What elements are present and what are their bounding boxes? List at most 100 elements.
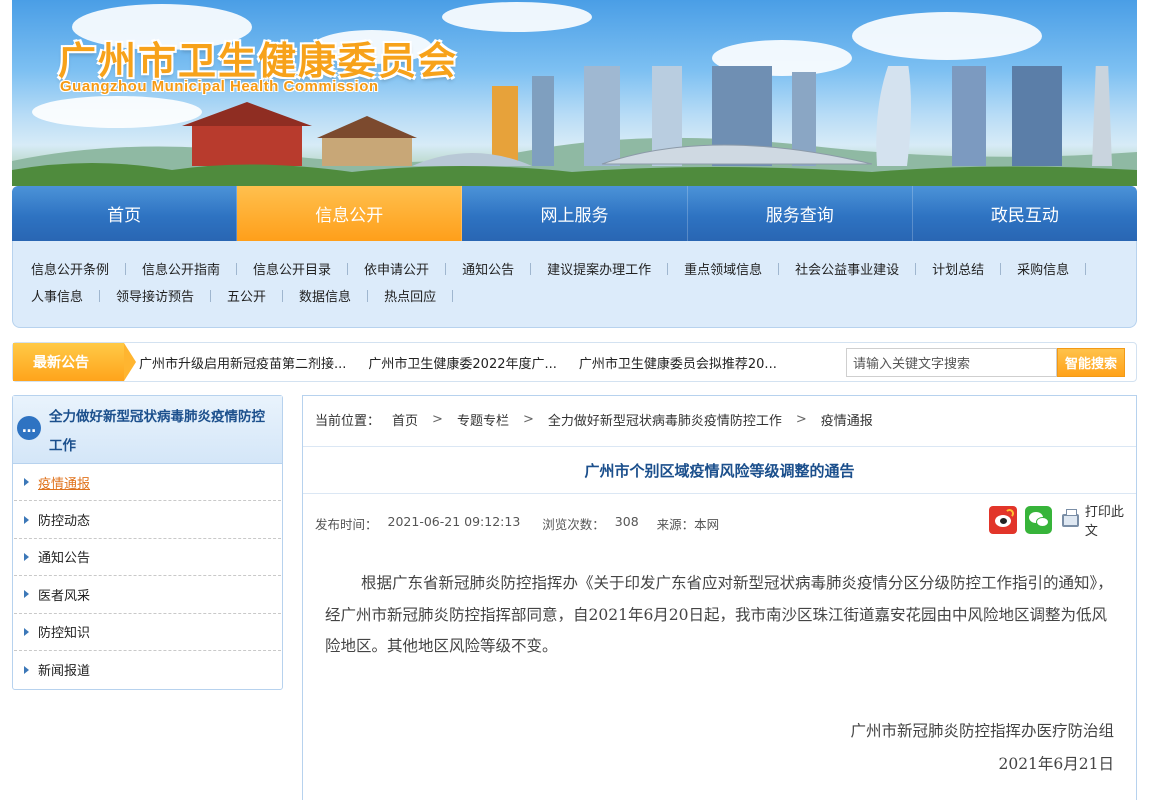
- cloud-decoration: [852, 12, 1042, 60]
- sidebar-header: … 全力做好新型冠状病毒肺炎疫情防控工作: [13, 396, 282, 464]
- triangle-right-icon: [24, 515, 29, 524]
- sidebar-item-prevention-news[interactable]: 防控动态: [14, 501, 281, 539]
- divider: [236, 262, 238, 275]
- latest-notice-bar: 最新公告 广州市升级启用新冠疫苗第二剂接... 广州市卫生健康委2022年度广.…: [12, 342, 1137, 382]
- article-signature-date: 2021年6月21日: [998, 755, 1114, 773]
- triangle-right-icon: [24, 590, 29, 599]
- nav-online-service[interactable]: 网上服务: [462, 186, 688, 241]
- views-label: 浏览次数：: [542, 517, 605, 532]
- sidebar-item-prevention-knowledge[interactable]: 防控知识: [14, 614, 281, 651]
- breadcrumb-separator: >: [432, 412, 443, 427]
- subnav-link[interactable]: 信息公开目录: [253, 259, 331, 278]
- divider: [99, 289, 101, 302]
- nav-info-disclosure[interactable]: 信息公开: [237, 186, 463, 241]
- sidebar-menu: 疫情通报 防控动态 通知公告 医者风采 防控知识 新闻报道: [13, 464, 282, 688]
- subnav-link[interactable]: 社会公益事业建设: [795, 259, 899, 278]
- nav-home[interactable]: 首页: [12, 186, 238, 241]
- notice-item[interactable]: 广州市升级启用新冠疫苗第二剂接...: [139, 353, 346, 372]
- notice-arrow-icon: [124, 343, 136, 381]
- article-meta: 发布时间： 2021-06-21 09:12:13 浏览次数： 308 来源： …: [315, 514, 729, 533]
- triangle-right-icon: [24, 627, 29, 636]
- subnav-link[interactable]: 数据信息: [299, 286, 351, 305]
- sidebar-item-medical-staff[interactable]: 医者风采: [14, 576, 281, 614]
- source-label: 来源：: [656, 517, 695, 532]
- divider: [778, 262, 780, 275]
- breadcrumb-link[interactable]: 专题专栏: [457, 410, 509, 429]
- notice-ticker: 广州市升级启用新冠疫苗第二剂接... 广州市卫生健康委2022年度广... 广州…: [139, 343, 799, 381]
- article-title: 广州市个别区域疫情风险等级调整的通告: [584, 461, 855, 480]
- subnav-link[interactable]: 领导接访预告: [116, 286, 194, 305]
- sub-navigation-row: 信息公开条例 信息公开指南 信息公开目录 依申请公开 通知公告 建议提案办理工作…: [31, 255, 1124, 282]
- subnav-link[interactable]: 热点回应: [384, 286, 436, 305]
- sidebar-item-label: 防控动态: [38, 514, 91, 530]
- sidebar-item-epidemic-report[interactable]: 疫情通报: [14, 464, 281, 502]
- subnav-link[interactable]: 重点领域信息: [684, 259, 762, 278]
- sub-navigation-row: 人事信息 领导接访预告 五公开 数据信息 热点回应: [31, 282, 1124, 309]
- print-article-button[interactable]: 打印此文: [1085, 501, 1136, 539]
- sidebar-heading: 全力做好新型冠状病毒肺炎疫情防控工作: [49, 409, 265, 454]
- divider: [210, 289, 212, 302]
- divider: [347, 262, 349, 275]
- divider: [915, 262, 917, 275]
- share-tools: 打印此文: [989, 501, 1136, 539]
- sidebar-item-news-reports[interactable]: 新闻报道: [14, 651, 281, 688]
- printer-icon[interactable]: [1062, 508, 1079, 527]
- publish-label: 发布时间：: [315, 517, 378, 532]
- article-body: 根据广东省新冠肺炎防控指挥办《关于印发广东省应对新型冠状病毒肺炎疫情分区分级防控…: [325, 574, 1113, 655]
- nav-interaction[interactable]: 政民互动: [913, 186, 1137, 241]
- divider: [125, 262, 127, 275]
- divider: [667, 262, 669, 275]
- breadcrumb-link[interactable]: 全力做好新型冠状病毒肺炎疫情防控工作: [548, 410, 782, 429]
- article-panel: 当前位置： 首页 > 专题专栏 > 全力做好新型冠状病毒肺炎疫情防控工作 > 疫…: [302, 395, 1137, 800]
- triangle-right-icon: [24, 478, 29, 487]
- subnav-link[interactable]: 人事信息: [31, 286, 83, 305]
- main-navigation: 首页 信息公开 网上服务 服务查询 政民互动: [12, 186, 1137, 241]
- divider: [367, 289, 369, 302]
- breadcrumb-prefix: 当前位置：: [315, 414, 381, 429]
- notice-item[interactable]: 广州市卫生健康委员会拟推荐20...: [579, 353, 777, 372]
- sub-navigation: 信息公开条例 信息公开指南 信息公开目录 依申请公开 通知公告 建议提案办理工作…: [12, 241, 1137, 328]
- publish-time: 2021-06-21 09:12:13: [387, 514, 521, 529]
- site-subtitle: Guangzhou Municipal Health Commission: [60, 78, 379, 95]
- nav-service-query[interactable]: 服务查询: [688, 186, 913, 241]
- smart-search-button[interactable]: 智能搜索: [1057, 348, 1125, 377]
- subnav-link[interactable]: 五公开: [227, 286, 266, 305]
- subnav-link[interactable]: 建议提案办理工作: [547, 259, 651, 278]
- site-title: 广州市卫生健康委员会: [58, 39, 459, 83]
- subnav-link[interactable]: 信息公开指南: [142, 259, 220, 278]
- sidebar-item-label: 新闻报道: [38, 664, 91, 680]
- search-input[interactable]: [846, 348, 1057, 377]
- sidebar-item-label: 通知公告: [38, 551, 91, 567]
- latest-notice-label: 最新公告: [13, 343, 124, 381]
- breadcrumb: 当前位置： 首页 > 专题专栏 > 全力做好新型冠状病毒肺炎疫情防控工作 > 疫…: [315, 410, 873, 429]
- site-banner: 广州市卫生健康委员会 Guangzhou Municipal Health Co…: [12, 0, 1137, 186]
- divider: [452, 289, 454, 302]
- breadcrumb-link[interactable]: 首页: [392, 410, 418, 429]
- breadcrumb-separator: >: [795, 412, 807, 427]
- source-value: 本网: [694, 517, 720, 532]
- subnav-link[interactable]: 依申请公开: [364, 259, 429, 278]
- subnav-link[interactable]: 信息公开条例: [31, 259, 109, 278]
- weibo-share-icon[interactable]: [989, 506, 1017, 534]
- cloud-decoration: [442, 2, 592, 32]
- triangle-right-icon: [24, 665, 29, 674]
- breadcrumb-link[interactable]: 疫情通报: [821, 410, 873, 429]
- divider: [1085, 262, 1087, 275]
- article-title-bar: 广州市个别区域疫情风险等级调整的通告: [303, 446, 1136, 494]
- breadcrumb-separator: >: [522, 412, 534, 427]
- sidebar-item-label: 医者风采: [38, 588, 91, 604]
- sidebar-item-label: 疫情通报: [38, 476, 91, 492]
- divider: [530, 262, 532, 275]
- subnav-link[interactable]: 计划总结: [932, 259, 984, 278]
- triangle-right-icon: [24, 552, 29, 561]
- topic-sidebar: … 全力做好新型冠状病毒肺炎疫情防控工作 疫情通报 防控动态 通知公告 医者风采…: [12, 395, 283, 690]
- wechat-share-icon[interactable]: [1024, 506, 1053, 534]
- sidebar-item-label: 防控知识: [38, 626, 91, 642]
- chat-bubble-icon: …: [17, 416, 41, 440]
- subnav-link[interactable]: 采购信息: [1017, 259, 1069, 278]
- divider: [1000, 262, 1002, 275]
- notice-item[interactable]: 广州市卫生健康委2022年度广...: [368, 353, 556, 372]
- subnav-link[interactable]: 通知公告: [462, 259, 514, 278]
- views-count: 308: [614, 514, 639, 529]
- sidebar-item-announcements[interactable]: 通知公告: [14, 539, 281, 577]
